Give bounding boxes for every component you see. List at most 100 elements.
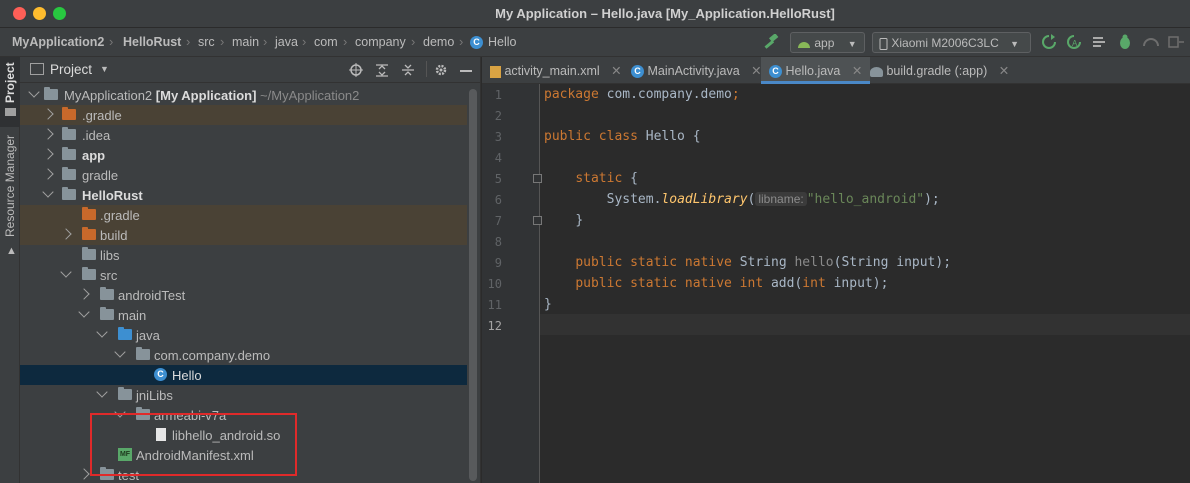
tree-row[interactable]: .idea: [20, 125, 467, 145]
tree-row[interactable]: jniLibs: [20, 385, 467, 405]
code-line: }: [544, 297, 552, 312]
folder-icon: [62, 167, 76, 180]
tree-row[interactable]: app: [20, 145, 467, 165]
project-panel-title[interactable]: Project: [50, 62, 92, 77]
collapse-all-icon[interactable]: [401, 63, 415, 77]
fold-icon[interactable]: [533, 174, 542, 183]
resource-manager-tool-tab[interactable]: Resource Manager ▲: [0, 134, 20, 267]
chevron-right-icon: ›: [263, 34, 268, 49]
tree-label: libs: [100, 248, 120, 263]
device-select[interactable]: Xiaomi M2006C3LC ▼: [872, 32, 1031, 53]
attach-debugger-icon[interactable]: [1167, 34, 1185, 50]
editor-tabs: activity_main.xml ✕ C MainActivity.java …: [482, 57, 1190, 84]
run-config-select[interactable]: app ▼: [790, 32, 865, 53]
device-label: Xiaomi M2006C3LC: [891, 36, 999, 50]
folder-icon: [82, 267, 96, 280]
tab-hello[interactable]: C Hello.java ✕: [761, 57, 871, 84]
debug-icon[interactable]: [1117, 34, 1133, 50]
close-icon[interactable]: ✕: [999, 64, 1009, 78]
resource-manager-tab-label: Resource Manager: [3, 134, 17, 237]
breadcrumb-project[interactable]: MyApplication2: [12, 35, 104, 49]
chevron-down-icon[interactable]: ▼: [100, 64, 109, 74]
tree-row[interactable]: src: [20, 265, 467, 285]
java-class-icon: C: [631, 65, 644, 79]
gear-icon[interactable]: [434, 63, 448, 77]
tab-label: MainActivity.java: [647, 64, 740, 78]
chevron-right-icon: [78, 288, 90, 300]
chevron-down-icon: ▼: [1010, 39, 1019, 49]
tree-row[interactable]: build: [20, 225, 467, 245]
code-line: package com.company.demo;: [544, 87, 740, 102]
attach-menu-icon[interactable]: [1092, 35, 1108, 49]
breadcrumb-main[interactable]: main: [232, 35, 259, 49]
expand-all-icon[interactable]: [375, 63, 389, 77]
folder-icon: [82, 227, 96, 240]
package-icon: [136, 347, 150, 360]
profile-icon[interactable]: [1142, 34, 1160, 50]
tab-activity-main[interactable]: activity_main.xml ✕: [482, 57, 630, 84]
tree-row[interactable]: libs: [20, 245, 467, 265]
tree-row[interactable]: main: [20, 305, 467, 325]
chevron-right-icon: ›: [109, 34, 114, 49]
folder-icon: [118, 387, 132, 400]
apply-code-changes-icon[interactable]: A: [1066, 34, 1082, 50]
project-scrollbar[interactable]: [469, 89, 477, 481]
folder-icon: [100, 307, 114, 320]
tool-window-strip: Project Resource Manager ▲: [0, 57, 20, 483]
breadcrumb-com[interactable]: com: [314, 35, 338, 49]
hide-panel-icon[interactable]: [460, 70, 472, 72]
apply-changes-restart-icon[interactable]: [1041, 34, 1057, 50]
line-number: 6: [494, 193, 502, 207]
project-panel: Project ▼ MyApplication2 [My Application…: [20, 57, 481, 483]
breadcrumb-module[interactable]: HelloRust: [123, 35, 181, 49]
line-number: 3: [494, 130, 502, 144]
breadcrumb-hello[interactable]: Hello: [488, 35, 517, 49]
project-tool-tab[interactable]: Project: [0, 57, 20, 127]
tree-row[interactable]: com.company.demo: [20, 345, 467, 365]
breadcrumb-demo[interactable]: demo: [423, 35, 454, 49]
chevron-right-icon: ›: [220, 34, 225, 49]
tree-row[interactable]: HelloRust: [20, 185, 467, 205]
close-icon[interactable]: ✕: [852, 64, 862, 78]
code-line: public static native String hello(String…: [575, 255, 952, 270]
folder-icon: [62, 107, 76, 120]
project-tab-label: Project: [3, 62, 17, 103]
java-class-icon: C: [470, 36, 483, 49]
line-number: 2: [494, 109, 502, 123]
tree-label: .idea: [82, 128, 111, 143]
code-line: static {: [575, 171, 638, 186]
module-folder-icon: [44, 87, 58, 100]
device-phone-icon: [879, 37, 888, 50]
chevron-right-icon: [60, 228, 72, 240]
line-number: 9: [494, 256, 502, 270]
source-folder-icon: [118, 327, 132, 340]
tree-row-root[interactable]: MyApplication2 [My Application] ~/MyAppl…: [20, 85, 467, 105]
line-number: 10: [487, 277, 502, 291]
tab-build-gradle[interactable]: build.gradle (:app) ✕: [862, 57, 1017, 84]
tab-label: activity_main.xml: [504, 64, 600, 78]
chevron-right-icon: [42, 168, 54, 180]
folder-icon: [62, 127, 76, 140]
tab-main-activity[interactable]: C MainActivity.java ✕: [623, 57, 770, 84]
breadcrumb-src[interactable]: src: [198, 35, 215, 49]
breadcrumb-company[interactable]: company: [355, 35, 406, 49]
tree-label: .gradle: [82, 108, 122, 123]
fold-icon[interactable]: [533, 216, 542, 225]
tree-row[interactable]: .gradle: [20, 105, 467, 125]
breadcrumb-java[interactable]: java: [275, 35, 298, 49]
locate-file-icon[interactable]: [349, 63, 363, 77]
tree-row[interactable]: gradle: [20, 165, 467, 185]
line-number: 5: [494, 172, 502, 186]
tree-row[interactable]: java: [20, 325, 467, 345]
tree-row-selected[interactable]: C Hello: [20, 365, 467, 385]
xml-file-icon: [490, 65, 501, 78]
build-hammer-icon[interactable]: [762, 34, 780, 50]
tab-label: Hello.java: [785, 64, 841, 78]
tree-row[interactable]: androidTest: [20, 285, 467, 305]
tree-row[interactable]: .gradle: [20, 205, 467, 225]
ide-window: My Application – Hello.java [My_Applicat…: [0, 0, 1190, 483]
close-icon[interactable]: ✕: [611, 64, 621, 78]
code-line: public class Hello {: [544, 129, 701, 144]
java-class-icon: C: [154, 368, 167, 381]
module-folder-icon: [62, 187, 76, 200]
